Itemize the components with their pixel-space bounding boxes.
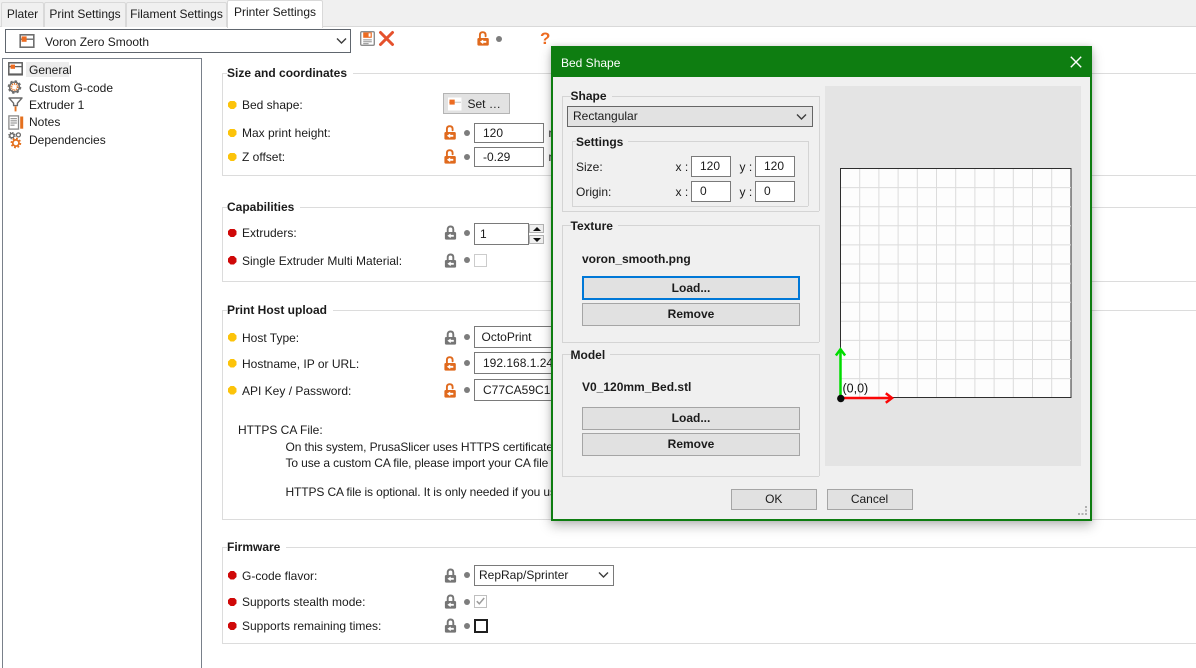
svg-text:(0,0): (0,0) [843, 381, 869, 395]
